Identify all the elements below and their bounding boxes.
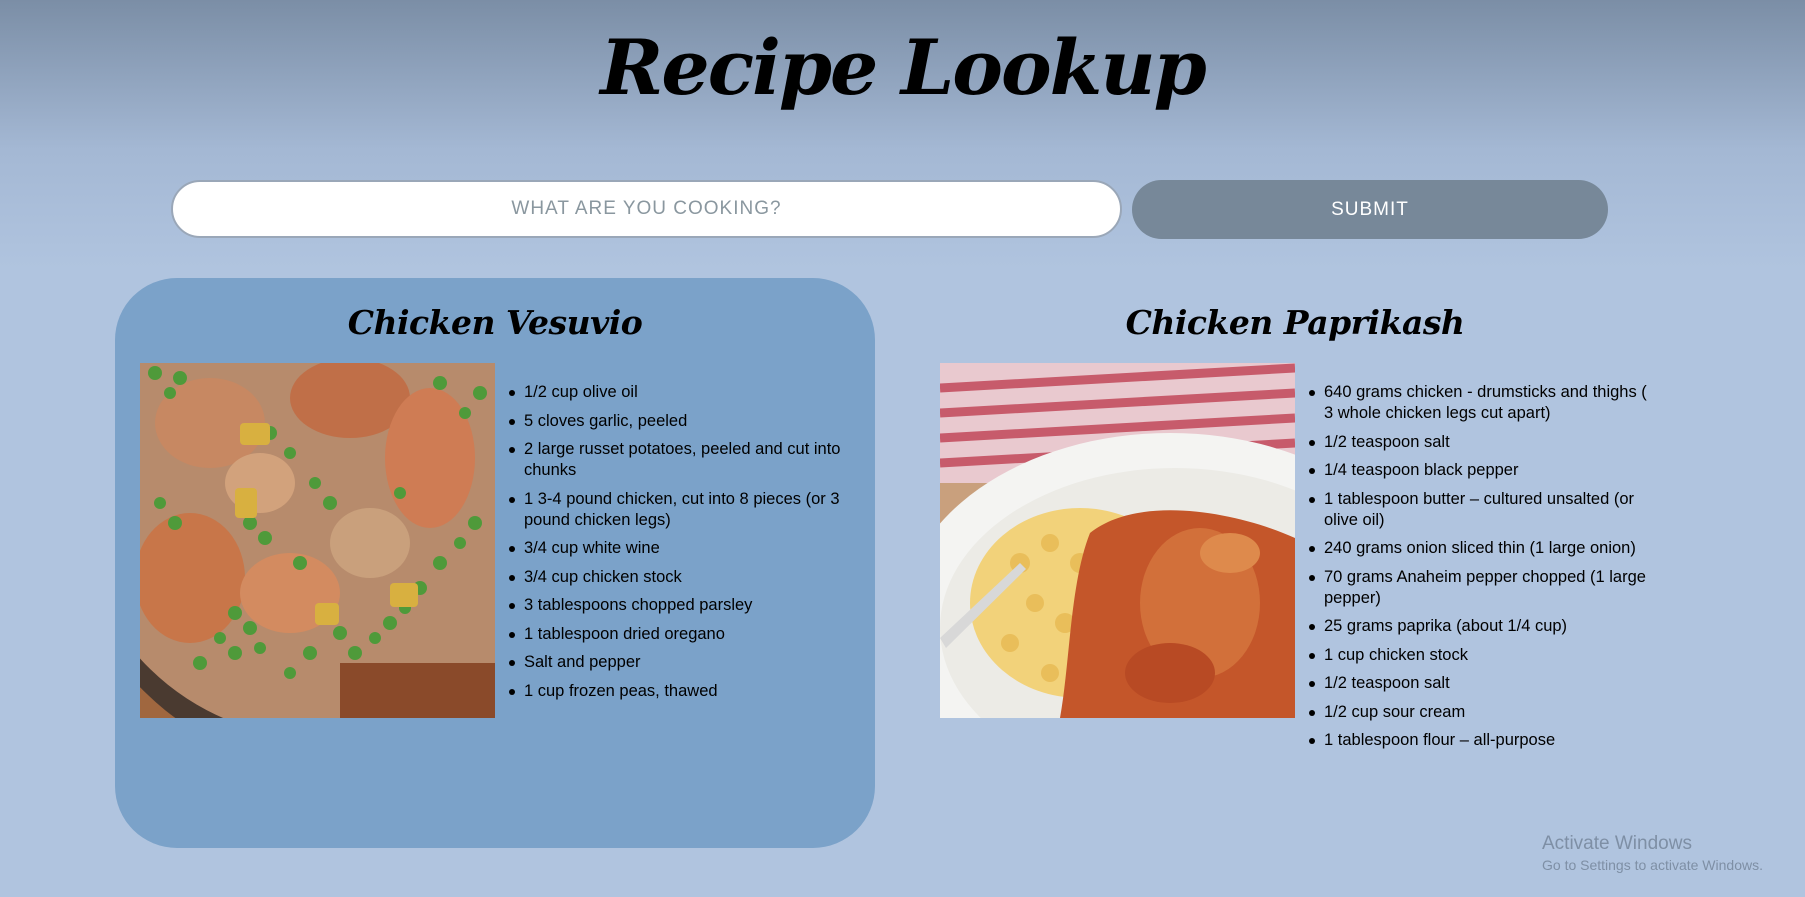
activate-windows-watermark: Activate Windows Go to Settings to activ…	[1542, 832, 1763, 874]
ingredient-item: 3/4 cup chicken stock	[509, 567, 849, 588]
ingredient-item: Salt and pepper	[509, 652, 849, 673]
ingredient-item: 1/4 teaspoon black pepper	[1309, 460, 1649, 481]
ingredient-item: 1 tablespoon butter – cultured unsalted …	[1309, 489, 1649, 531]
watermark-title: Activate Windows	[1542, 833, 1692, 854]
search-input[interactable]	[171, 180, 1122, 238]
ingredient-list: 640 grams chicken - drumsticks and thigh…	[1309, 382, 1649, 759]
ingredient-item: 1 cup chicken stock	[1309, 645, 1649, 666]
recipe-title: Chicken Vesuvio	[347, 303, 643, 342]
ingredient-item: 1 cup frozen peas, thawed	[509, 681, 849, 702]
page-title: Recipe Lookup	[600, 23, 1207, 112]
ingredient-item: 1 3-4 pound chicken, cut into 8 pieces (…	[509, 489, 849, 531]
ingredient-item: 3/4 cup white wine	[509, 538, 849, 559]
recipe-card: Chicken Paprikash 640 grams chicken - dr…	[915, 278, 1675, 848]
ingredient-item: 1/2 cup sour cream	[1309, 702, 1649, 723]
ingredient-item: 1 tablespoon dried oregano	[509, 624, 849, 645]
ingredient-item: 1/2 teaspoon salt	[1309, 673, 1649, 694]
submit-button[interactable]: SUBMIT	[1132, 180, 1608, 239]
recipe-image	[940, 363, 1295, 718]
ingredient-item: 2 large russet potatoes, peeled and cut …	[509, 439, 849, 481]
ingredient-item: 70 grams Anaheim pepper chopped (1 large…	[1309, 567, 1649, 609]
ingredient-item: 25 grams paprika (about 1/4 cup)	[1309, 616, 1649, 637]
recipe-title: Chicken Paprikash	[1125, 303, 1465, 342]
recipe-image	[140, 363, 495, 718]
ingredient-item: 1 tablespoon flour – all-purpose	[1309, 730, 1649, 751]
ingredient-list: 1/2 cup olive oil 5 cloves garlic, peele…	[509, 382, 849, 709]
ingredient-item: 240 grams onion sliced thin (1 large oni…	[1309, 538, 1649, 559]
ingredient-item: 1/2 teaspoon salt	[1309, 432, 1649, 453]
recipe-card: Chicken Vesuvio 1/2 cup olive oil 5 clov…	[115, 278, 875, 848]
ingredient-item: 1/2 cup olive oil	[509, 382, 849, 403]
watermark-subtitle: Go to Settings to activate Windows.	[1542, 857, 1763, 873]
ingredient-item: 640 grams chicken - drumsticks and thigh…	[1309, 382, 1649, 424]
ingredient-item: 3 tablespoons chopped parsley	[509, 595, 849, 616]
ingredient-item: 5 cloves garlic, peeled	[509, 411, 849, 432]
